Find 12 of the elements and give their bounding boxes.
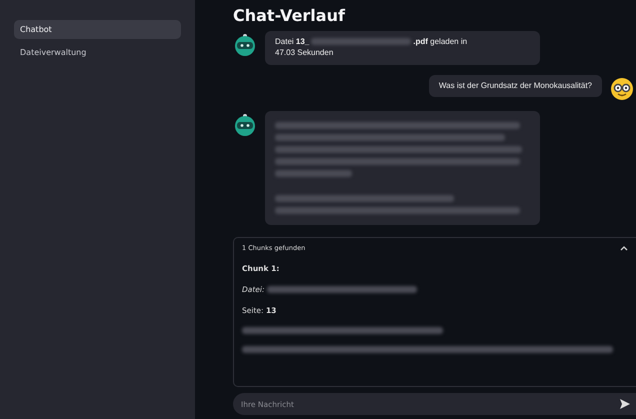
sidebar-item[interactable]: Dateiverwaltung (14, 43, 181, 62)
message-text: .pdf geladen in (413, 37, 468, 46)
sidebar-item[interactable]: Chatbot (14, 20, 181, 39)
message-text: 47.03 Sekunden (275, 48, 334, 59)
robot-avatar-icon (233, 112, 257, 137)
message-text: Datei 13_ (275, 37, 310, 46)
page-title: Chat-Verlauf (233, 6, 346, 25)
robot-avatar-icon (233, 33, 257, 57)
smiley-glasses-avatar-icon (610, 76, 634, 101)
caret-icon[interactable] (620, 244, 628, 251)
send-icon[interactable] (620, 399, 630, 409)
message-text: Was ist der Grundsatz der Monokausalität? (438, 80, 592, 90)
